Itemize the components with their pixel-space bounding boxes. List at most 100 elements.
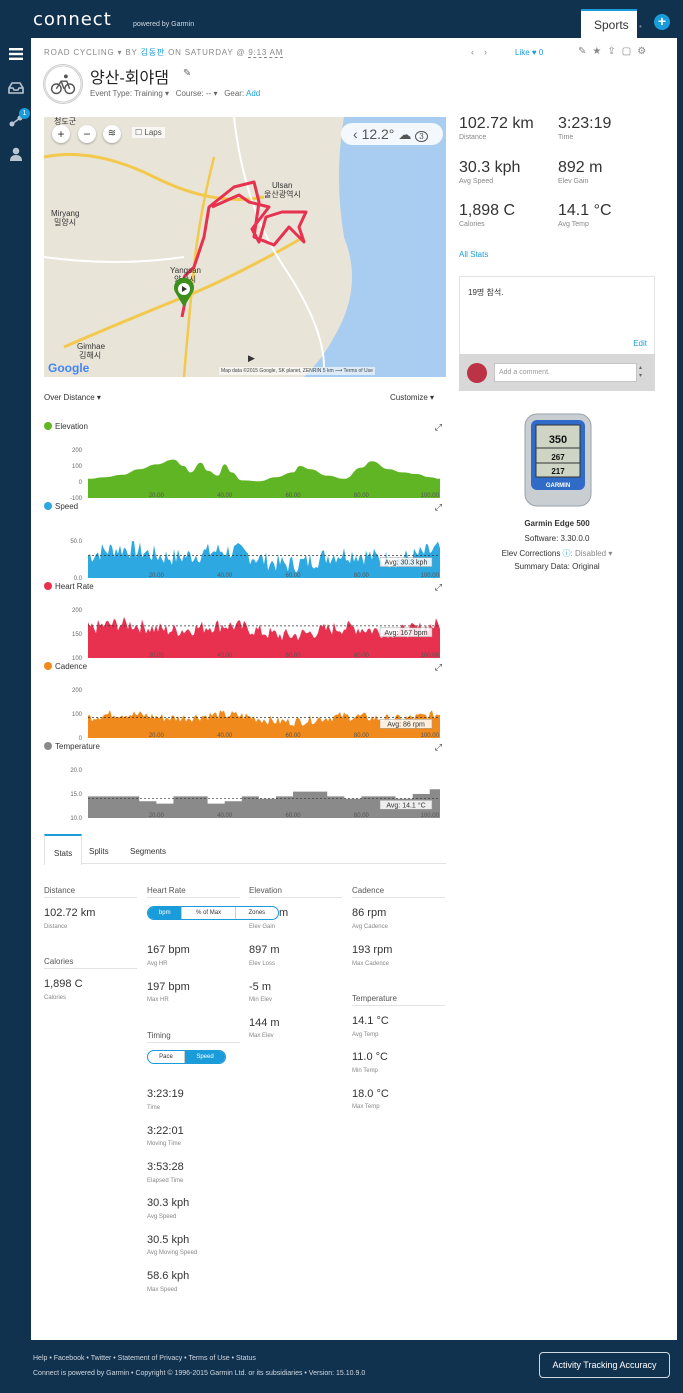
stat-distance-value: 102.72 km: [44, 907, 96, 919]
activity-type[interactable]: ROAD CYCLING: [44, 48, 115, 57]
tab-segments[interactable]: Segments: [121, 834, 175, 864]
chevron-down-icon[interactable]: ▾: [118, 48, 123, 57]
timing-speed-option[interactable]: Speed: [185, 1051, 225, 1063]
chevron-down-icon[interactable]: ▾: [606, 549, 612, 558]
laps-toggle[interactable]: ☐ Laps: [132, 127, 165, 138]
x-tick-label: 60.00: [286, 573, 302, 579]
x-tick-label: 100.00: [421, 733, 440, 739]
expand-icon[interactable]: ⤢: [435, 742, 442, 753]
stats-col-heart-rate: Heart Rate: [147, 886, 240, 898]
stat-max-speed-label: Max Speed: [147, 1287, 178, 1293]
x-axis-mode-select[interactable]: Over Distance ▾: [44, 393, 101, 402]
stat-calories-label: Calories: [44, 995, 67, 1001]
layers-icon[interactable]: ≋: [103, 125, 121, 143]
timing-pace-option[interactable]: Pace: [148, 1051, 186, 1063]
comment-input[interactable]: Add a comment.: [494, 363, 637, 382]
summary-data-source: Summary Data: Original: [514, 562, 600, 571]
heart-rate-chart-title[interactable]: Heart Rate: [44, 582, 94, 591]
lock-icon[interactable]: ▢: [622, 46, 637, 57]
weather-prev-icon[interactable]: ‹: [353, 126, 358, 142]
all-stats-link[interactable]: All Stats: [459, 250, 488, 259]
start-marker-icon[interactable]: [173, 278, 195, 308]
expand-icon[interactable]: ⤢: [435, 662, 442, 673]
play-icon[interactable]: ▶: [248, 353, 255, 364]
activity-time[interactable]: 9:13 AM: [248, 48, 284, 58]
stat-avg-hr-label: Avg HR: [147, 961, 168, 967]
stat-elev-gain-label: Elev Gain: [249, 924, 276, 930]
activity-title[interactable]: 양산-회야댐: [90, 64, 169, 88]
calories-value: 1,898 C: [459, 202, 516, 219]
customize-button[interactable]: Customize ▾: [390, 393, 434, 402]
chart-title-label: Cadence: [55, 662, 88, 671]
distance-heading: Distance: [44, 886, 137, 898]
legend-dot-icon: [44, 742, 52, 750]
y-tick-label: 20.0: [70, 768, 82, 774]
cadence-chart-title[interactable]: Cadence: [44, 662, 87, 671]
calories-heading: Calories: [44, 957, 137, 969]
stat-moving-time-label: Moving Time: [147, 1141, 182, 1147]
profile-icon[interactable]: [8, 147, 24, 161]
edit-title-icon[interactable]: ✎: [183, 68, 191, 79]
route-map[interactable]: + − ≋ ☐ Laps ‹ 12.2° ☁ 3 청도군 Miryang 밀양시…: [44, 117, 446, 377]
device-name[interactable]: Garmin Edge 500: [459, 519, 655, 528]
stat-max-elev-label: Max Elev: [249, 1033, 274, 1039]
tab-splits[interactable]: Splits: [80, 834, 118, 864]
x-tick-label: 100.00: [421, 493, 440, 499]
hr-zones-option[interactable]: Zones: [236, 907, 278, 919]
star-icon[interactable]: ★: [592, 46, 607, 57]
elevation-chart-title[interactable]: Elevation: [44, 422, 88, 431]
hr-bpm-option[interactable]: bpm: [148, 907, 183, 919]
connect-logo[interactable]: connect: [33, 9, 112, 30]
speed-chart[interactable]: Speed ⤢ 50.0 0.0 Avg: 30.3 kph 20.00 40.00 60.0…: [44, 502, 446, 580]
tab-sports[interactable]: Sports: [581, 9, 637, 38]
course-select[interactable]: --: [206, 89, 211, 98]
temperature-chart-title[interactable]: Temperature: [44, 742, 100, 751]
next-arrow-icon[interactable]: ›: [484, 47, 487, 57]
help-icon[interactable]: ⓘ: [563, 549, 571, 558]
tab-stats[interactable]: Stats: [44, 834, 83, 865]
x-tick-label: 100.00: [421, 813, 440, 819]
zoom-in-button[interactable]: +: [52, 125, 70, 143]
tab-overflow-icon[interactable]: •: [639, 22, 642, 31]
legend-dot-icon: [44, 582, 52, 590]
stat-avg-moving-speed-value: 30.5 kph: [147, 1234, 190, 1246]
stat-max-cadence-value: 193 rpm: [352, 944, 393, 956]
calories-label: Calories: [459, 221, 485, 228]
add-button[interactable]: +: [654, 14, 670, 30]
owner-link[interactable]: 김동판: [141, 48, 165, 57]
edit-icon[interactable]: ✎: [578, 46, 592, 57]
menu-icon[interactable]: [8, 47, 24, 61]
expand-icon[interactable]: ⤢: [435, 502, 442, 513]
activity-toolbar: ✎★⇪▢⚙: [578, 46, 652, 57]
elevation-chart[interactable]: Elevation ⤢ 200 100 0 -100 20.00 40.00 60.00 80.0…: [44, 422, 446, 500]
event-type-select[interactable]: Training: [134, 89, 163, 98]
notification-badge: 1: [19, 108, 30, 119]
notes-edit-link[interactable]: Edit: [633, 339, 647, 348]
heart-rate-chart[interactable]: Heart Rate ⤢ 200 150 100 Avg: 167 bpm 20.00 40.…: [44, 582, 446, 660]
speed-chart-title[interactable]: Speed: [44, 502, 78, 511]
weather-widget[interactable]: ‹ 12.2° ☁ 3: [341, 123, 443, 145]
activity-tracking-accuracy-button[interactable]: Activity Tracking Accuracy: [539, 1352, 670, 1378]
inbox-icon[interactable]: [8, 81, 24, 95]
gear-icon[interactable]: ⚙: [637, 46, 652, 57]
weather-temperature: 12.2°: [361, 126, 395, 142]
expand-icon[interactable]: ⤢: [435, 582, 442, 593]
comment-scroll-icon[interactable]: ▴ ▾: [639, 364, 642, 380]
x-tick-label: 60.00: [286, 653, 302, 659]
expand-icon[interactable]: ⤢: [435, 422, 442, 433]
hr-percent-option[interactable]: % of Max: [182, 907, 236, 919]
gear-add-link[interactable]: Add: [246, 89, 260, 98]
cadence-chart[interactable]: Cadence ⤢ 200 100 0 Avg: 86 rpm 20.00 40.00 60.0…: [44, 662, 446, 740]
share-icon[interactable]: ⇪: [607, 46, 621, 57]
x-tick-label: 40.00: [217, 813, 233, 819]
summary-elev-gain: 892 m Elev Gain: [558, 159, 658, 185]
sidebar: 1: [0, 38, 31, 1340]
stat-max-speed-value: 58.6 kph: [147, 1270, 190, 1282]
like-button[interactable]: Like ♥ 0: [515, 48, 543, 57]
stats-col-timing: Timing: [147, 1031, 240, 1043]
elev-corrections-select[interactable]: : Disabled: [571, 549, 607, 558]
footer-links[interactable]: Help • Facebook • Twitter • Statement of…: [33, 1355, 256, 1362]
zoom-out-button[interactable]: −: [78, 125, 96, 143]
prev-arrow-icon[interactable]: ‹: [471, 47, 474, 57]
temperature-chart[interactable]: Temperature ⤢ 20.0 15.0 10.0 Avg: 14.1 °C 20.0…: [44, 742, 446, 820]
